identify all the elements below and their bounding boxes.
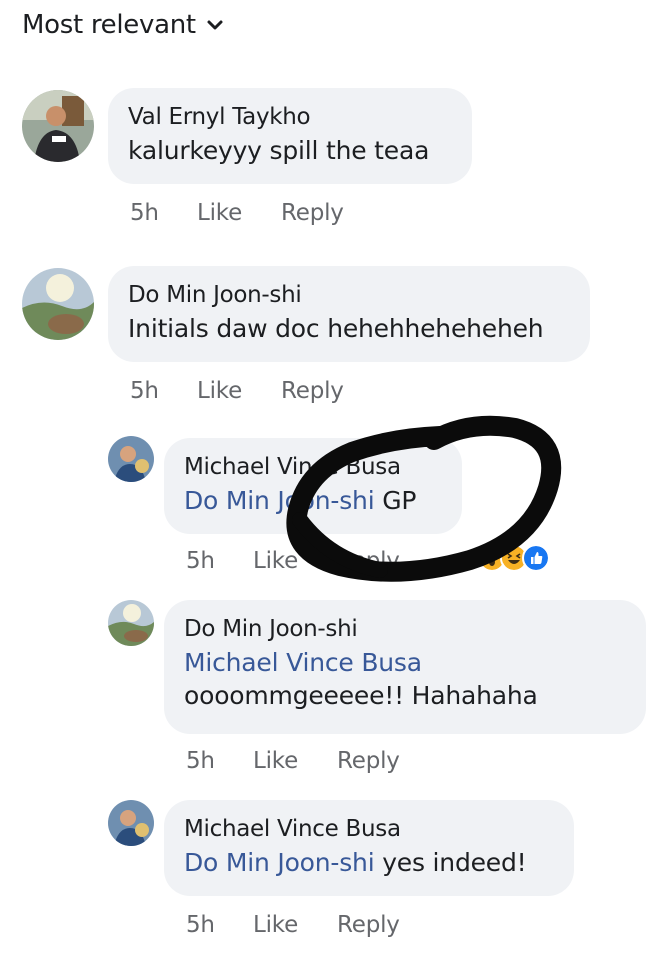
mention-link[interactable]: Do Min Joon-shi	[184, 486, 375, 515]
comment-author[interactable]: Michael Vince Busa	[184, 816, 554, 842]
comment-text: Do Min Joon-shi yes indeed!	[184, 848, 554, 877]
comment-actions: 5h Like Reply	[130, 378, 344, 404]
comment-actions: 5h Like Reply	[186, 748, 400, 774]
reply-button[interactable]: Reply	[337, 548, 400, 574]
avatar[interactable]	[108, 800, 154, 846]
reply-button[interactable]: Reply	[281, 200, 344, 226]
comment-time[interactable]: 5h	[130, 378, 197, 404]
comment-time[interactable]: 5h	[186, 912, 253, 938]
reaction-summary[interactable]	[478, 544, 550, 572]
comment-text: Do Min Joon-shi GP	[184, 486, 442, 515]
comment-author[interactable]: Val Ernyl Taykho	[128, 104, 452, 130]
comment-time[interactable]: 5h	[186, 748, 253, 774]
like-button[interactable]: Like	[253, 748, 337, 774]
reply-button[interactable]: Reply	[281, 378, 344, 404]
comment-bubble: Val Ernyl Taykho kalurkeyyy spill the te…	[108, 88, 472, 184]
comment-actions: 5h Like Reply	[130, 200, 344, 226]
comment-time[interactable]: 5h	[186, 548, 253, 574]
avatar[interactable]	[22, 268, 94, 340]
avatar[interactable]	[108, 600, 154, 646]
comment-bubble: Michael Vince Busa Do Min Joon-shi yes i…	[164, 800, 574, 896]
comment-body: oooommgeeeee!! Hahahaha	[184, 681, 538, 710]
mention-link[interactable]: Michael Vince Busa	[184, 648, 626, 677]
like-button[interactable]: Like	[253, 548, 337, 574]
reply-button[interactable]: Reply	[337, 912, 400, 938]
comment-body: kalurkeyyy spill the teaa	[128, 136, 430, 165]
comment-actions: 5h Like Reply	[186, 548, 400, 574]
avatar[interactable]	[108, 436, 154, 482]
comment-text: oooommgeeeee!! Hahahaha	[184, 681, 626, 710]
comment-body: yes indeed!	[374, 848, 527, 877]
sort-dropdown[interactable]: Most relevant	[22, 10, 224, 40]
like-button[interactable]: Like	[197, 200, 281, 226]
like-button[interactable]: Like	[197, 378, 281, 404]
like-button[interactable]: Like	[253, 912, 337, 938]
comment-bubble: Do Min Joon-shi Michael Vince Busa oooom…	[164, 600, 646, 734]
reply-button[interactable]: Reply	[337, 748, 400, 774]
comment-author[interactable]: Do Min Joon-shi	[184, 616, 626, 642]
comment-author[interactable]: Do Min Joon-shi	[128, 282, 570, 308]
comment-body: Initials daw doc hehehheheheheh	[128, 314, 544, 343]
comment-bubble: Michael Vince Busa Do Min Joon-shi GP	[164, 438, 462, 534]
comment-author[interactable]: Michael Vince Busa	[184, 454, 442, 480]
like-icon	[522, 544, 550, 572]
comment-actions: 5h Like Reply	[186, 912, 400, 938]
comment-time[interactable]: 5h	[130, 200, 197, 226]
comment-body: GP	[374, 486, 417, 515]
comment-text: Initials daw doc hehehheheheheh	[128, 314, 570, 343]
mention-link[interactable]: Do Min Joon-shi	[184, 848, 375, 877]
avatar[interactable]	[22, 90, 94, 162]
comment-text: kalurkeyyy spill the teaa	[128, 136, 452, 165]
sort-label: Most relevant	[22, 10, 196, 40]
comment-bubble: Do Min Joon-shi Initials daw doc hehehhe…	[108, 266, 590, 362]
chevron-down-icon	[207, 20, 223, 30]
